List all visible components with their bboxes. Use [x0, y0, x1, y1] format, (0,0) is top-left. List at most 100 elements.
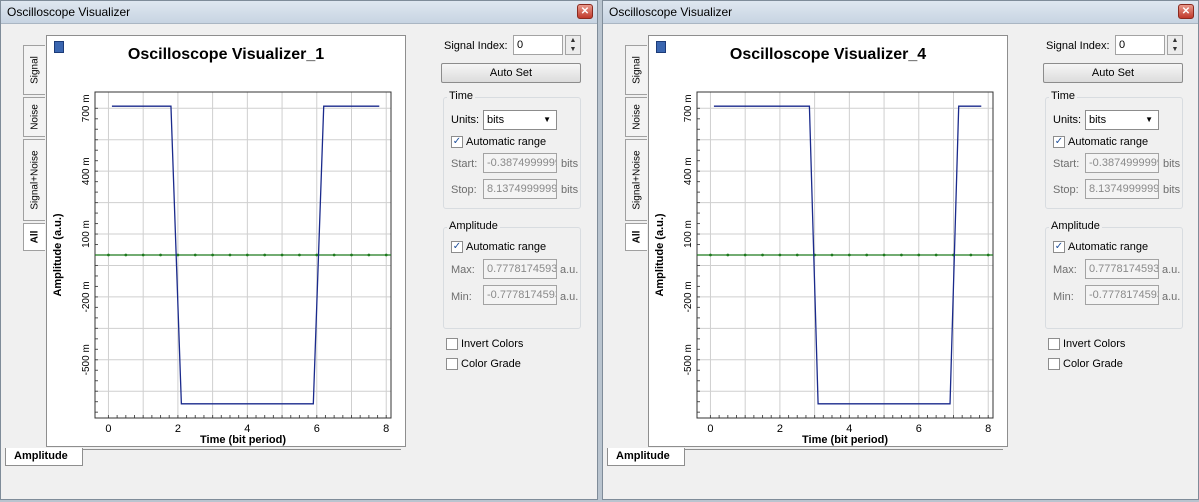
start-input[interactable]: -0.38749999999 [483, 153, 557, 173]
units-select[interactable]: bits ▼ [1085, 110, 1159, 130]
y-tick-label: -500 m [683, 344, 694, 375]
signal-index-spinner[interactable]: ▲ ▼ [1167, 35, 1183, 55]
color-grade-label: Color Grade [461, 358, 521, 370]
tab-noise[interactable]: Noise [625, 97, 647, 137]
oscilloscope-window-1: Oscilloscope Visualizer ✕ Signal Noise S… [0, 0, 598, 500]
color-grade-label: Color Grade [1063, 358, 1123, 370]
stop-label: Stop: [1053, 184, 1079, 196]
threshold-marker [280, 253, 284, 257]
threshold-marker [726, 253, 730, 257]
amplitude-group-title: Amplitude [447, 220, 500, 232]
threshold-marker [969, 253, 973, 257]
spin-up-icon[interactable]: ▲ [1168, 36, 1182, 45]
tab-signal-noise-label: Signal+Noise [631, 150, 642, 210]
spin-up-icon[interactable]: ▲ [566, 36, 580, 45]
auto-set-button[interactable]: Auto Set [441, 63, 581, 83]
plot-panel: Oscilloscope Visualizer_4 0 2 4 6 8 700 m 400 … [648, 35, 1008, 447]
color-grade-checkbox[interactable] [1048, 358, 1060, 370]
start-input[interactable]: -0.38749999999 [1085, 153, 1159, 173]
x-tick-label: 6 [314, 423, 320, 435]
tab-signal-noise[interactable]: Signal+Noise [625, 139, 647, 221]
time-auto-range-checkbox[interactable]: ✓ [451, 136, 463, 148]
tab-noise-label: Noise [631, 104, 642, 130]
tab-amplitude[interactable]: Amplitude [607, 448, 685, 466]
time-auto-range-checkbox[interactable]: ✓ [1053, 136, 1065, 148]
stop-input[interactable]: 8.137499999999 [1085, 179, 1159, 199]
x-axis-label: Time (bit period) [200, 434, 286, 446]
title-bar[interactable]: Oscilloscope Visualizer ✕ [1, 1, 597, 24]
stop-input[interactable]: 8.137499999999 [483, 179, 557, 199]
plot-panel: Oscilloscope Visualizer_1 0 2 4 6 8 700 m 400 … [46, 35, 406, 447]
tab-amplitude[interactable]: Amplitude [5, 448, 83, 466]
auto-set-button[interactable]: Auto Set [1043, 63, 1183, 83]
tab-all-label: All [631, 230, 642, 244]
max-input[interactable]: 0.77781745931 [483, 259, 557, 279]
y-tick-label: 700 m [81, 94, 92, 122]
chevron-down-icon: ▼ [543, 115, 551, 124]
threshold-marker [986, 253, 990, 257]
y-axis-label: Amplitude (a.u.) [654, 213, 666, 296]
max-input[interactable]: 0.77781745931 [1085, 259, 1159, 279]
threshold-marker [159, 253, 162, 257]
amplitude-group-title: Amplitude [1049, 220, 1102, 232]
tab-all[interactable]: All [23, 223, 45, 251]
min-input[interactable]: -0.77781745931 [1085, 285, 1159, 305]
amplitude-chart[interactable]: 0 2 4 6 8700 m400 m100 m-200 m-500 mTime (bi… [649, 36, 1007, 446]
signal-index-spinner[interactable]: ▲ ▼ [565, 35, 581, 55]
signal-index-input[interactable]: 0 [1115, 35, 1165, 55]
x-tick-label: 8 [985, 423, 991, 435]
units-value: bits [487, 114, 505, 126]
time-group-title: Time [1049, 90, 1078, 102]
min-unit: a.u. [1162, 291, 1181, 303]
threshold-marker [882, 253, 886, 257]
threshold-marker [709, 253, 712, 257]
tab-signal-label: Signal [29, 56, 40, 84]
threshold-marker [211, 253, 215, 257]
tab-signal[interactable]: Signal [23, 45, 45, 95]
threshold-marker [847, 253, 851, 257]
amplitude-chart[interactable]: 0 2 4 6 8700 m400 m100 m-200 m-500 mTime (bi… [47, 36, 405, 446]
tab-all-label: All [29, 230, 40, 244]
time-group-title: Time [447, 90, 476, 102]
threshold-marker [761, 253, 764, 257]
tab-strip-line [685, 449, 1003, 450]
start-label: Start: [1053, 158, 1080, 170]
tab-signal[interactable]: Signal [625, 45, 647, 95]
spin-down-icon[interactable]: ▼ [566, 45, 580, 54]
tab-signal-noise[interactable]: Signal+Noise [23, 139, 45, 221]
color-grade-checkbox[interactable] [446, 358, 458, 370]
x-tick-label: 2 [777, 423, 783, 435]
threshold-marker [332, 253, 336, 257]
spin-down-icon[interactable]: ▼ [1168, 45, 1182, 54]
invert-colors-checkbox[interactable] [446, 338, 458, 350]
start-unit: bits [1163, 158, 1181, 170]
title-bar[interactable]: Oscilloscope Visualizer ✕ [603, 1, 1198, 24]
tab-all[interactable]: All [625, 223, 647, 251]
threshold-marker [795, 253, 799, 257]
time-auto-range-label: Automatic range [1068, 136, 1149, 148]
max-unit: a.u. [560, 264, 579, 276]
max-label: Max: [451, 264, 475, 276]
invert-colors-checkbox[interactable] [1048, 338, 1060, 350]
x-axis-label: Time (bit period) [802, 434, 888, 446]
threshold-marker [263, 253, 267, 257]
amplitude-auto-range-checkbox[interactable]: ✓ [451, 241, 463, 253]
threshold-marker [865, 253, 869, 257]
threshold-marker [176, 253, 180, 257]
close-icon[interactable]: ✕ [1178, 4, 1194, 19]
min-input[interactable]: -0.77781745931 [483, 285, 557, 305]
threshold-marker [245, 253, 249, 257]
units-select[interactable]: bits ▼ [483, 110, 557, 130]
tab-noise[interactable]: Noise [23, 97, 45, 137]
threshold-marker [315, 253, 319, 257]
y-tick-label: 400 m [683, 157, 694, 185]
units-label: Units: [451, 114, 480, 126]
threshold-marker [778, 253, 782, 257]
threshold-marker [830, 253, 834, 257]
signal-index-label: Signal Index: [444, 40, 508, 52]
close-icon[interactable]: ✕ [577, 4, 593, 19]
threshold-marker [917, 253, 921, 257]
amplitude-auto-range-checkbox[interactable]: ✓ [1053, 241, 1065, 253]
units-label: Units: [1053, 114, 1082, 126]
signal-index-input[interactable]: 0 [513, 35, 563, 55]
